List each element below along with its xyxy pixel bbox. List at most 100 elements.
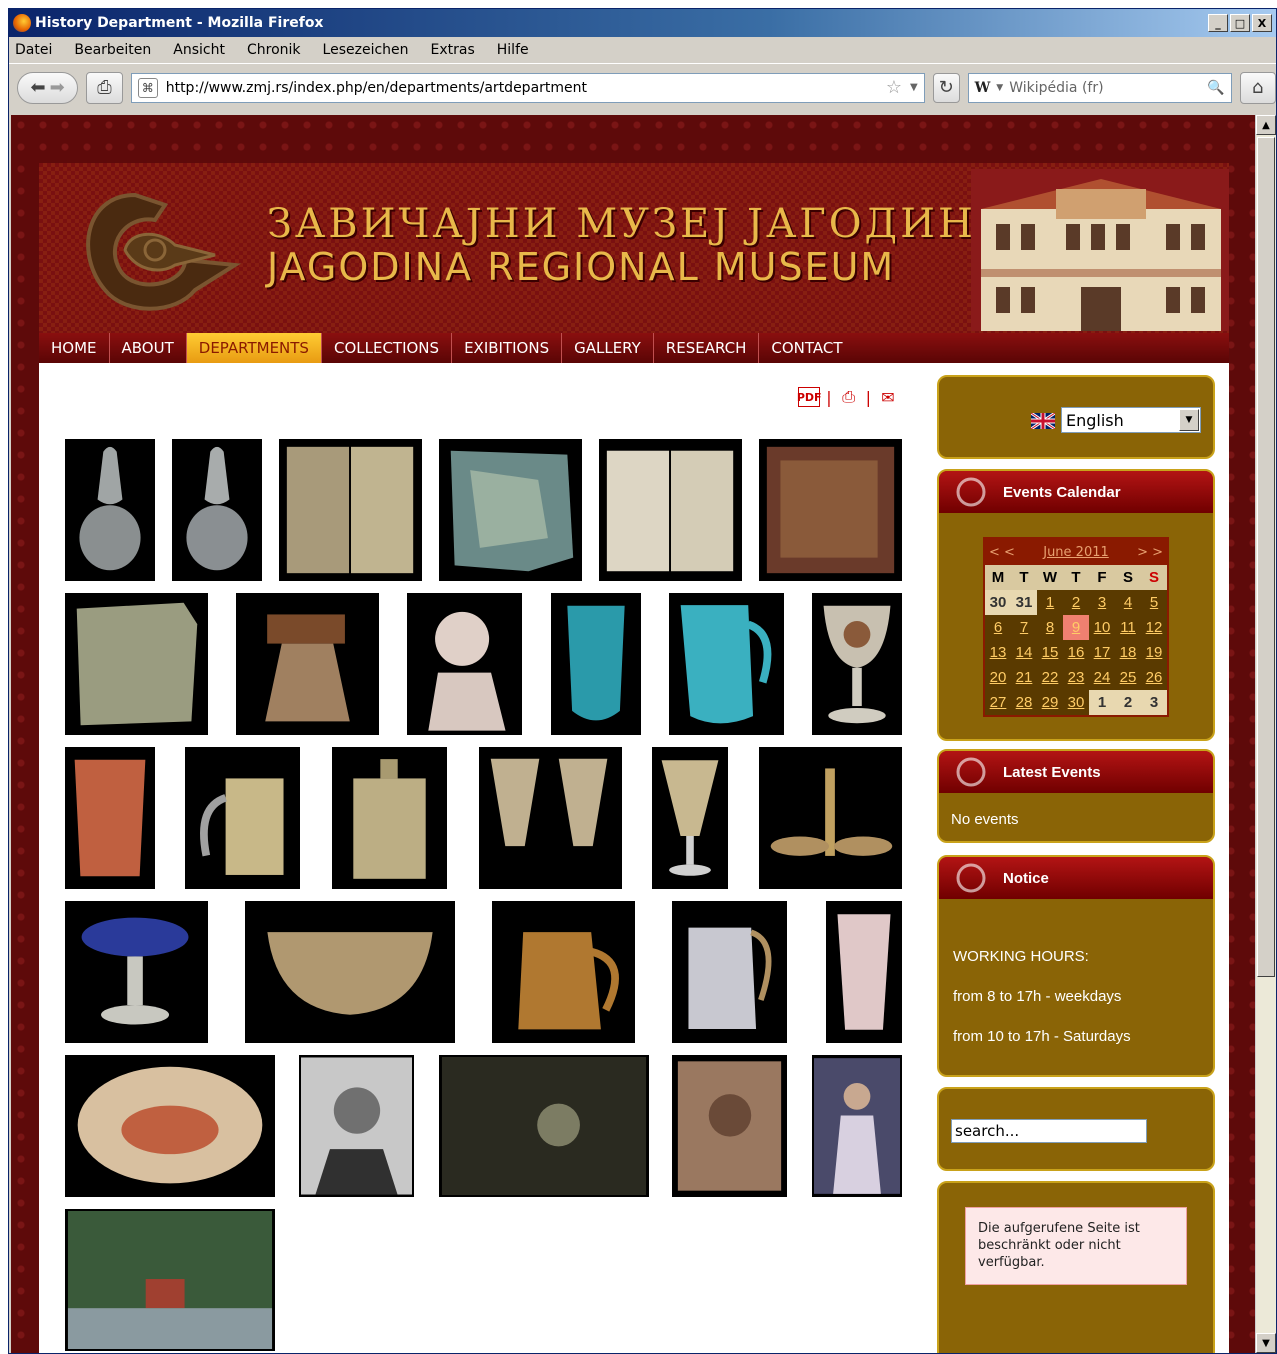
calendar-day[interactable]: 26	[1141, 665, 1167, 690]
calendar-day[interactable]: 7	[1011, 615, 1037, 640]
menu-chronik[interactable]: Chronik	[247, 42, 301, 58]
gallery-image-blue-pitcher[interactable]	[669, 593, 784, 735]
calendar-day[interactable]: 22	[1037, 665, 1063, 690]
calendar-day[interactable]: 12	[1141, 615, 1167, 640]
gallery-image-bust[interactable]	[407, 593, 522, 735]
gallery-image-manuscript-2[interactable]	[599, 439, 742, 581]
home-button[interactable]: ⌂	[1239, 71, 1276, 104]
calendar-next[interactable]: > >	[1137, 545, 1163, 560]
menu-hilfe[interactable]: Hilfe	[497, 42, 529, 58]
calendar-day[interactable]: 10	[1089, 615, 1115, 640]
email-icon[interactable]: ✉	[877, 387, 899, 407]
nav-exibitions[interactable]: EXIBITIONS	[452, 333, 563, 363]
gallery-image-bell[interactable]	[236, 593, 379, 735]
gallery-image-centerpiece[interactable]	[759, 747, 902, 889]
site-search-input[interactable]: search...	[951, 1119, 1147, 1143]
gallery-image-tankard-1[interactable]	[185, 747, 300, 889]
search-magnifier-icon[interactable]: 🔍	[1207, 80, 1224, 96]
gallery-image-blue-vase[interactable]	[551, 593, 641, 735]
gallery-image-copper-jug[interactable]	[492, 901, 635, 1043]
gallery-image-tall-glass[interactable]	[826, 901, 902, 1043]
site-identity-icon[interactable]: ⌘	[137, 77, 158, 98]
nav-about[interactable]: ABOUT	[110, 333, 187, 363]
menu-datei[interactable]: Datei	[15, 42, 52, 58]
gallery-image-icon-painting[interactable]	[759, 439, 902, 581]
gallery-image-two-glasses[interactable]	[479, 747, 622, 889]
gallery-image-manuscript-1[interactable]	[279, 439, 422, 581]
maximize-button[interactable]: □	[1230, 14, 1250, 32]
language-select[interactable]: English ▼	[1061, 407, 1201, 433]
close-button[interactable]: X	[1252, 14, 1272, 32]
print-button[interactable]: ⎙	[86, 71, 123, 104]
gallery-image-portrait-man[interactable]	[299, 1055, 414, 1197]
nav-research[interactable]: RESEARCH	[654, 333, 760, 363]
menu-ansicht[interactable]: Ansicht	[173, 42, 225, 58]
gallery-image-dark-painting[interactable]	[439, 1055, 649, 1197]
calendar-day[interactable]: 8	[1037, 615, 1063, 640]
search-bar[interactable]: W ▼ Wikipédia (fr) 🔍	[967, 72, 1232, 103]
nav-collections[interactable]: COLLECTIONS	[322, 333, 453, 363]
gallery-image-fresco[interactable]	[439, 439, 582, 581]
gallery-image-tankard-2[interactable]	[332, 747, 447, 889]
calendar-day[interactable]: 29	[1037, 690, 1063, 715]
gallery-image-landscape-painting[interactable]	[65, 1209, 275, 1351]
bookmark-star-icon[interactable]: ☆	[886, 77, 902, 98]
calendar-day[interactable]: 3	[1089, 590, 1115, 615]
calendar-day[interactable]: 20	[985, 665, 1011, 690]
calendar-day[interactable]: 27	[985, 690, 1011, 715]
gallery-image-silver-bowl[interactable]	[245, 901, 455, 1043]
scroll-thumb[interactable]	[1257, 137, 1275, 977]
gallery-image-spoon-1[interactable]	[65, 439, 155, 581]
gallery-image-spoon-2[interactable]	[172, 439, 262, 581]
calendar-day[interactable]: 21	[1011, 665, 1037, 690]
calendar-day-today[interactable]: 9	[1063, 615, 1089, 640]
menu-bearbeiten[interactable]: Bearbeiten	[74, 42, 151, 58]
url-dropdown-icon[interactable]: ▼	[910, 82, 918, 93]
back-forward-buttons[interactable]: ⬅ ➡	[17, 71, 79, 104]
nav-contact[interactable]: CONTACT	[759, 333, 854, 363]
calendar-day[interactable]: 15	[1037, 640, 1063, 665]
minimize-button[interactable]: _	[1208, 14, 1228, 32]
back-arrow-icon[interactable]: ⬅	[31, 77, 46, 98]
calendar-day[interactable]: 23	[1063, 665, 1089, 690]
gallery-image-glass-pitcher[interactable]	[672, 901, 787, 1043]
calendar-day[interactable]: 30	[1063, 690, 1089, 715]
calendar-day[interactable]: 1	[1037, 590, 1063, 615]
menu-lesezeichen[interactable]: Lesezeichen	[323, 42, 409, 58]
scroll-up-arrow-icon[interactable]: ▲	[1256, 115, 1276, 135]
calendar-day[interactable]: 16	[1063, 640, 1089, 665]
calendar-day[interactable]: 19	[1141, 640, 1167, 665]
dropdown-arrow-icon[interactable]: ▼	[1179, 409, 1199, 431]
calendar-day[interactable]: 5	[1141, 590, 1167, 615]
menu-extras[interactable]: Extras	[431, 42, 475, 58]
gallery-image-glass[interactable]	[652, 747, 728, 889]
forward-arrow-icon[interactable]: ➡	[50, 77, 65, 98]
wikipedia-icon[interactable]: W	[975, 80, 991, 96]
gallery-image-blue-bowl[interactable]	[65, 901, 208, 1043]
engine-dropdown-icon[interactable]: ▼	[996, 83, 1003, 93]
url-text[interactable]: http://www.zmj.rs/index.php/en/departmen…	[166, 80, 886, 96]
calendar-day[interactable]: 4	[1115, 590, 1141, 615]
gallery-image-ceramic-plate[interactable]	[65, 1055, 275, 1197]
gallery-image-goblet[interactable]	[812, 593, 902, 735]
gallery-image-stone-inscription[interactable]	[65, 593, 208, 735]
nav-home[interactable]: HOME	[39, 333, 110, 363]
scroll-down-arrow-icon[interactable]: ▼	[1256, 1333, 1276, 1353]
calendar-day[interactable]: 28	[1011, 690, 1037, 715]
nav-departments[interactable]: DEPARTMENTS	[186, 333, 322, 363]
calendar-day[interactable]: 13	[985, 640, 1011, 665]
calendar-day[interactable]: 6	[985, 615, 1011, 640]
vertical-scrollbar[interactable]: ▲ ▼	[1255, 115, 1276, 1353]
search-engine-placeholder[interactable]: Wikipédia (fr)	[1009, 80, 1207, 96]
reload-button[interactable]: ↻	[932, 72, 960, 103]
gallery-image-red-glass[interactable]	[65, 747, 155, 889]
url-bar[interactable]: ⌘ http://www.zmj.rs/index.php/en/departm…	[130, 72, 925, 103]
calendar-day[interactable]: 25	[1115, 665, 1141, 690]
calendar-day[interactable]: 14	[1011, 640, 1037, 665]
calendar-day[interactable]: 18	[1115, 640, 1141, 665]
print-icon[interactable]: ⎙	[838, 387, 860, 407]
calendar-day[interactable]: 24	[1089, 665, 1115, 690]
gallery-image-bronze-relief[interactable]	[672, 1055, 787, 1197]
calendar-prev[interactable]: < <	[989, 545, 1015, 560]
pdf-icon[interactable]: PDF	[797, 387, 822, 407]
